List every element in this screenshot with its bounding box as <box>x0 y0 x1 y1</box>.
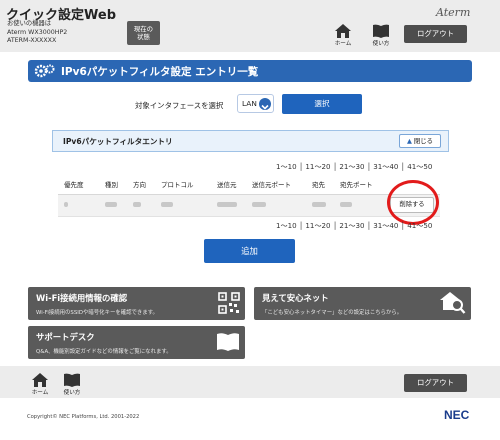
status-button-line1: 現在の <box>133 25 154 33</box>
chevron-down-icon <box>259 98 271 110</box>
chevron-up-icon: ▲ <box>406 137 412 145</box>
copyright-text: Copyright© NEC Platforms, Ltd. 2001-2022 <box>27 414 140 420</box>
cell-type <box>99 194 127 217</box>
filter-entry-table: 優先度 種別 方向 プロトコル 送信元 送信元ポート 宛先 宛先ポート 削除する <box>58 174 440 217</box>
interface-label: 対象インタフェースを選択 <box>135 101 224 110</box>
support-tile-title: サポートデスク <box>36 332 95 342</box>
cell-source-port <box>246 194 306 217</box>
entry-panel-title: IPv6パケットフィルタエントリ <box>63 137 173 146</box>
book-icon <box>217 333 239 351</box>
home-icon <box>32 373 48 387</box>
pager-top[interactable]: 1～10 │ 11～20 │ 21～30 │ 31～40 │ 41～50 <box>276 162 432 172</box>
interface-select[interactable]: LAN <box>237 94 274 113</box>
page-title: IPv6パケットフィルタ設定 エントリ一覧 <box>61 66 259 78</box>
book-icon <box>64 373 80 387</box>
interface-value: LAN <box>242 99 257 108</box>
table-header-row: 優先度 種別 方向 プロトコル 送信元 送信元ポート 宛先 宛先ポート <box>58 174 440 195</box>
footer-bar: ホーム 使い方 ログアウト <box>0 366 500 398</box>
cell-action: 削除する <box>384 194 440 217</box>
home-label: ホーム <box>334 41 352 47</box>
cell-direction <box>127 194 155 217</box>
cell-source <box>211 194 246 217</box>
gear-icon <box>34 64 55 78</box>
mimamori-tile-desc: 「こども安心ネットタイマー」などの設定はこちらから。 <box>262 310 403 316</box>
header-bar: クイック設定Web お使いの機器は Aterm WX3000HP2 ATERM-… <box>0 0 500 52</box>
status-button-line2: 状態 <box>137 33 150 41</box>
col-protocol: プロトコル <box>155 174 211 195</box>
logout-button[interactable]: ログアウト <box>404 25 467 43</box>
cell-protocol <box>155 194 211 217</box>
wifi-info-tile[interactable]: Wi-Fi接続用情報の確認 Wi-Fi接続用のSSIDや暗号化キーを確認できます… <box>28 287 245 320</box>
device-info: お使いの機器は Aterm WX3000HP2 ATERM-XXXXXX <box>7 20 67 46</box>
close-panel-button[interactable]: ▲ 閉じる <box>399 134 441 148</box>
nec-logo: NEC <box>444 408 470 422</box>
device-caption: お使いの機器は <box>7 20 52 27</box>
table-row: 削除する <box>58 194 440 217</box>
support-tile-desc: Q&A、機能別設定ガイドなどの情報をご覧になれます。 <box>36 349 172 355</box>
col-priority: 優先度 <box>58 174 99 195</box>
entry-panel-header: IPv6パケットフィルタエントリ ▲ 閉じる <box>52 130 449 152</box>
wifi-tile-title: Wi-Fi接続用情報の確認 <box>36 293 128 303</box>
cell-destination-port <box>334 194 384 217</box>
footer-help-button[interactable]: 使い方 <box>60 373 84 396</box>
cell-priority <box>58 194 99 217</box>
col-type: 種別 <box>99 174 127 195</box>
col-source: 送信元 <box>211 174 246 195</box>
col-destination: 宛先 <box>306 174 334 195</box>
col-direction: 方向 <box>127 174 155 195</box>
help-nav-button[interactable]: 使い方 <box>369 24 393 47</box>
wifi-tile-desc: Wi-Fi接続用のSSIDや暗号化キーを確認できます。 <box>36 310 158 316</box>
page-title-bar: IPv6パケットフィルタ設定 エントリ一覧 <box>28 60 472 82</box>
home-nav-button[interactable]: ホーム <box>331 24 355 47</box>
help-label: 使い方 <box>372 41 390 47</box>
col-destination-port: 宛先ポート <box>334 174 384 195</box>
footer-home-label: ホーム <box>31 390 49 396</box>
footer-logout-button[interactable]: ログアウト <box>404 374 467 392</box>
col-action <box>384 174 440 195</box>
home-icon <box>335 24 351 38</box>
house-search-icon <box>440 292 466 314</box>
close-label: 閉じる <box>413 137 434 145</box>
add-button[interactable]: 追加 <box>204 239 295 263</box>
current-status-button[interactable]: 現在の 状態 <box>127 21 160 45</box>
device-model: Aterm WX3000HP2 <box>7 28 68 36</box>
col-source-port: 送信元ポート <box>246 174 306 195</box>
mimamori-tile-title: 見えて安心ネット <box>262 293 329 303</box>
select-button[interactable]: 選択 <box>282 94 362 114</box>
delete-button[interactable]: 削除する <box>390 197 434 213</box>
aterm-logo: Aterm <box>436 6 471 19</box>
book-icon <box>373 24 389 38</box>
qr-code-icon <box>218 292 240 314</box>
footer-help-label: 使い方 <box>63 390 81 396</box>
mimamori-net-tile[interactable]: 見えて安心ネット 「こども安心ネットタイマー」などの設定はこちらから。 <box>254 287 471 320</box>
footer-home-button[interactable]: ホーム <box>28 373 52 396</box>
cell-destination <box>306 194 334 217</box>
pager-bottom[interactable]: 1～10 │ 11～20 │ 21～30 │ 31～40 │ 41～50 <box>276 221 432 231</box>
device-id: ATERM-XXXXXX <box>7 37 57 45</box>
support-desk-tile[interactable]: サポートデスク Q&A、機能別設定ガイドなどの情報をご覧になれます。 <box>28 326 245 359</box>
